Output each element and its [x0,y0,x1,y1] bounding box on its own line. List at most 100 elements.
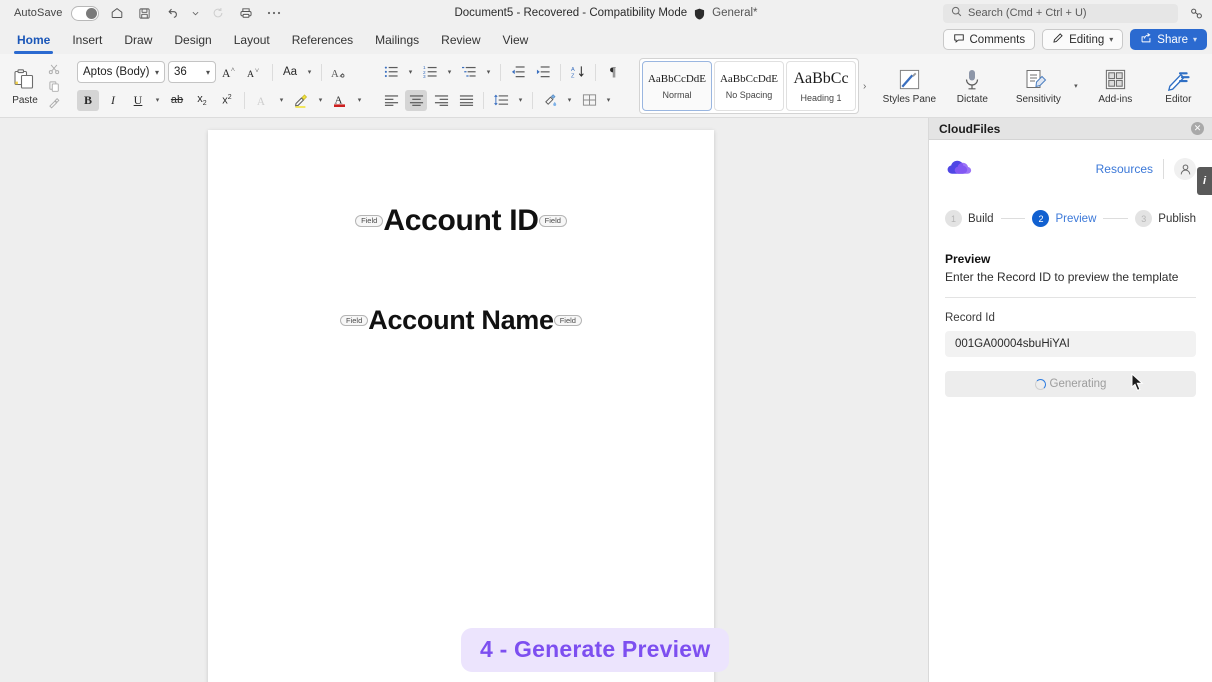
home-icon[interactable] [107,3,127,23]
step-build[interactable]: 1 Build [945,210,994,227]
borders-button[interactable] [578,90,600,111]
subscript-button[interactable]: x2 [191,90,213,111]
editor-button[interactable]: Editor [1149,66,1207,106]
tab-home[interactable]: Home [6,29,61,54]
add-ins-button[interactable]: Add-ins [1086,66,1144,106]
autosave-toggle[interactable] [70,5,99,21]
field-text[interactable]: Account ID [383,204,539,238]
document-line-account-id[interactable]: Field Account ID Field [208,204,714,238]
field-start-tag[interactable]: Field [340,314,369,327]
undo-icon[interactable] [163,3,183,23]
step-publish[interactable]: 3 Publish [1135,210,1196,227]
chevron-down-icon[interactable]: ▾ [315,90,326,110]
clear-formatting-button[interactable]: A [328,62,350,83]
document-page[interactable]: Field Account ID Field Field Account Nam… [208,130,714,682]
tab-draw[interactable]: Draw [113,29,163,52]
style-normal[interactable]: AaBbCcDdE Normal [642,61,712,111]
editor-label: Editor [1165,94,1192,106]
styles-gallery-more-icon[interactable]: › [859,81,870,92]
shrink-font-button[interactable]: A ˅ [244,62,266,83]
document-line-account-name[interactable]: Field Account Name Field [208,305,714,336]
grow-font-button[interactable]: A ˄ [219,62,241,83]
editing-mode-button[interactable]: Editing ▾ [1042,29,1124,50]
ribbon-tab-bar: Home Insert Draw Design Layout Reference… [0,26,1212,54]
comments-button[interactable]: Comments [942,29,1036,50]
font-name-combo[interactable]: Aptos (Body) ▾ [77,61,165,83]
chevron-down-icon[interactable]: ▾ [152,90,163,110]
account-icon[interactable] [1174,158,1196,180]
copy-icon[interactable] [46,79,62,94]
text-highlight-button[interactable] [290,90,312,111]
strikethrough-label: ab [170,94,184,106]
more-commands-icon[interactable] [264,3,284,23]
increase-indent-button[interactable] [532,62,554,83]
tab-mailings[interactable]: Mailings [364,29,430,52]
resources-link[interactable]: Resources [1096,162,1153,176]
sensitivity-label: General* [712,7,758,19]
cut-scissors-icon[interactable] [46,62,62,77]
tab-design[interactable]: Design [163,29,222,52]
chevron-down-icon[interactable]: ▾ [444,62,455,82]
sort-button[interactable]: AZ [567,62,589,83]
ribbon-display-options-icon[interactable] [1186,3,1206,23]
superscript-button[interactable]: x2 [216,90,238,111]
chevron-down-icon[interactable]: ▾ [1070,76,1081,96]
shading-button[interactable] [539,90,561,111]
field-text[interactable]: Account Name [368,305,554,336]
align-center-button[interactable] [405,89,427,111]
show-formatting-marks-button[interactable]: ¶ [602,62,624,83]
generate-preview-button[interactable]: Generating [945,371,1196,397]
sensitivity-button[interactable]: Sensitivity [1006,66,1070,106]
strikethrough-button[interactable]: ab [166,90,188,111]
text-effects-button[interactable]: A [251,90,273,111]
bullets-button[interactable] [380,62,402,83]
record-id-input[interactable]: 001GA00004sbuHiYAI [945,331,1196,357]
tab-layout[interactable]: Layout [223,29,281,52]
change-case-button[interactable]: Aa [279,62,301,83]
align-right-button[interactable] [430,90,452,111]
underline-button[interactable]: U [127,90,149,111]
info-tab[interactable]: i [1197,167,1212,195]
styles-pane-button[interactable]: Styles Pane [880,66,938,106]
tab-insert[interactable]: Insert [61,29,113,52]
chevron-down-icon[interactable]: ▾ [483,62,494,82]
chevron-down-icon[interactable]: ▾ [564,90,575,110]
tab-view[interactable]: View [492,29,540,52]
step-preview[interactable]: 2 Preview [1032,210,1096,227]
document-canvas[interactable]: Field Account ID Field Field Account Nam… [0,118,928,682]
line-spacing-button[interactable] [490,90,512,111]
style-heading-1[interactable]: AaBbCc Heading 1 [786,61,856,111]
field-end-tag[interactable]: Field [553,314,582,327]
justify-button[interactable] [455,90,477,111]
chevron-down-icon[interactable]: ▾ [304,62,315,82]
chevron-down-icon[interactable]: ▾ [405,62,416,82]
share-button[interactable]: Share ▾ [1130,29,1207,50]
bold-button[interactable]: B [77,89,99,111]
undo-dropdown-icon[interactable] [191,3,200,23]
font-color-button[interactable]: A [329,90,351,111]
format-painter-icon[interactable] [46,96,62,111]
tab-references[interactable]: References [281,29,364,52]
style-no-spacing[interactable]: AaBbCcDdE No Spacing [714,61,784,111]
numbering-button[interactable]: 123 [419,62,441,83]
search-input[interactable]: Search (Cmd + Ctrl + U) [943,3,1178,23]
chevron-down-icon[interactable]: ▾ [603,90,614,110]
save-icon[interactable] [135,3,155,23]
multilevel-list-button[interactable] [458,62,480,83]
tab-review[interactable]: Review [430,29,491,52]
paste-button[interactable]: Paste [5,67,45,106]
chevron-down-icon[interactable]: ▾ [515,90,526,110]
close-icon[interactable]: ✕ [1191,122,1204,135]
divider [945,297,1196,298]
align-left-button[interactable] [380,90,402,111]
decrease-indent-button[interactable] [507,62,529,83]
font-size-combo[interactable]: 36 ▾ [168,61,216,83]
paragraph-row-1: ▾ 123 ▾ ▾ A Z ¶ [380,61,624,84]
dictate-button[interactable]: Dictate [943,66,1001,106]
field-end-tag[interactable]: Field [538,215,567,227]
italic-button[interactable]: I [102,90,124,111]
chevron-down-icon[interactable]: ▾ [276,90,287,110]
field-start-tag[interactable]: Field [355,215,384,227]
chevron-down-icon[interactable]: ▾ [354,90,365,110]
print-icon[interactable] [236,3,256,23]
